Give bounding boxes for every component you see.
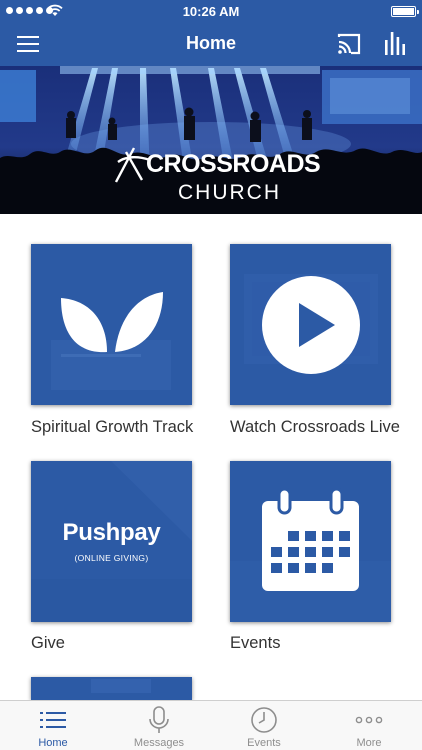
nav-bar: Home bbox=[0, 22, 422, 66]
tab-label-more: More bbox=[356, 737, 382, 749]
pushpay-logo: Pushpay bbox=[62, 519, 161, 546]
tab-label-home: Home bbox=[38, 737, 68, 749]
more-icon bbox=[355, 716, 383, 724]
tile-label-give[interactable]: Give bbox=[31, 634, 65, 653]
watch-live-tile[interactable] bbox=[230, 244, 391, 405]
hero-banner[interactable]: CROSSROADS CHURCH bbox=[0, 66, 422, 214]
tab-bar: Home Messages Events More bbox=[0, 700, 422, 750]
cast-icon[interactable] bbox=[336, 32, 362, 56]
clock-icon bbox=[251, 707, 277, 733]
top-bar: 10:26 AM Home bbox=[0, 0, 422, 66]
events-tile[interactable] bbox=[230, 461, 391, 622]
church-logo: CROSSROADS CHURCH bbox=[112, 146, 321, 204]
tab-label-events: Events bbox=[247, 737, 281, 749]
logo-wordmark-line1: CROSSROADS bbox=[146, 150, 321, 178]
battery-icon bbox=[391, 6, 419, 17]
tile-label-watch-live[interactable]: Watch Crossroads Live bbox=[230, 418, 400, 437]
tile-label-events[interactable]: Events bbox=[230, 634, 280, 653]
tile-label-spiritual-growth[interactable]: Spiritual Growth Track bbox=[31, 418, 193, 437]
play-icon bbox=[262, 276, 360, 374]
list-icon bbox=[40, 712, 66, 728]
audio-bars-icon[interactable] bbox=[384, 30, 406, 56]
give-tile[interactable]: Pushpay (ONLINE GIVING) bbox=[31, 461, 192, 622]
tab-more[interactable]: More bbox=[316, 701, 422, 750]
microphone-icon bbox=[149, 706, 169, 733]
tab-label-messages: Messages bbox=[133, 737, 185, 749]
status-time: 10:26 AM bbox=[182, 4, 240, 19]
status-bar: 10:26 AM bbox=[0, 0, 422, 22]
partial-tile[interactable] bbox=[31, 677, 192, 700]
tab-home[interactable]: Home bbox=[0, 701, 106, 750]
tab-events[interactable]: Events bbox=[211, 701, 317, 750]
tile-background bbox=[31, 677, 192, 700]
spiritual-growth-tile[interactable] bbox=[31, 244, 192, 405]
leaves-icon bbox=[61, 292, 163, 353]
logo-wordmark-line2: CHURCH bbox=[178, 181, 281, 204]
tab-messages[interactable]: Messages bbox=[106, 701, 212, 750]
pushpay-subtitle: (ONLINE GIVING) bbox=[74, 553, 149, 563]
calendar-icon bbox=[262, 487, 359, 591]
